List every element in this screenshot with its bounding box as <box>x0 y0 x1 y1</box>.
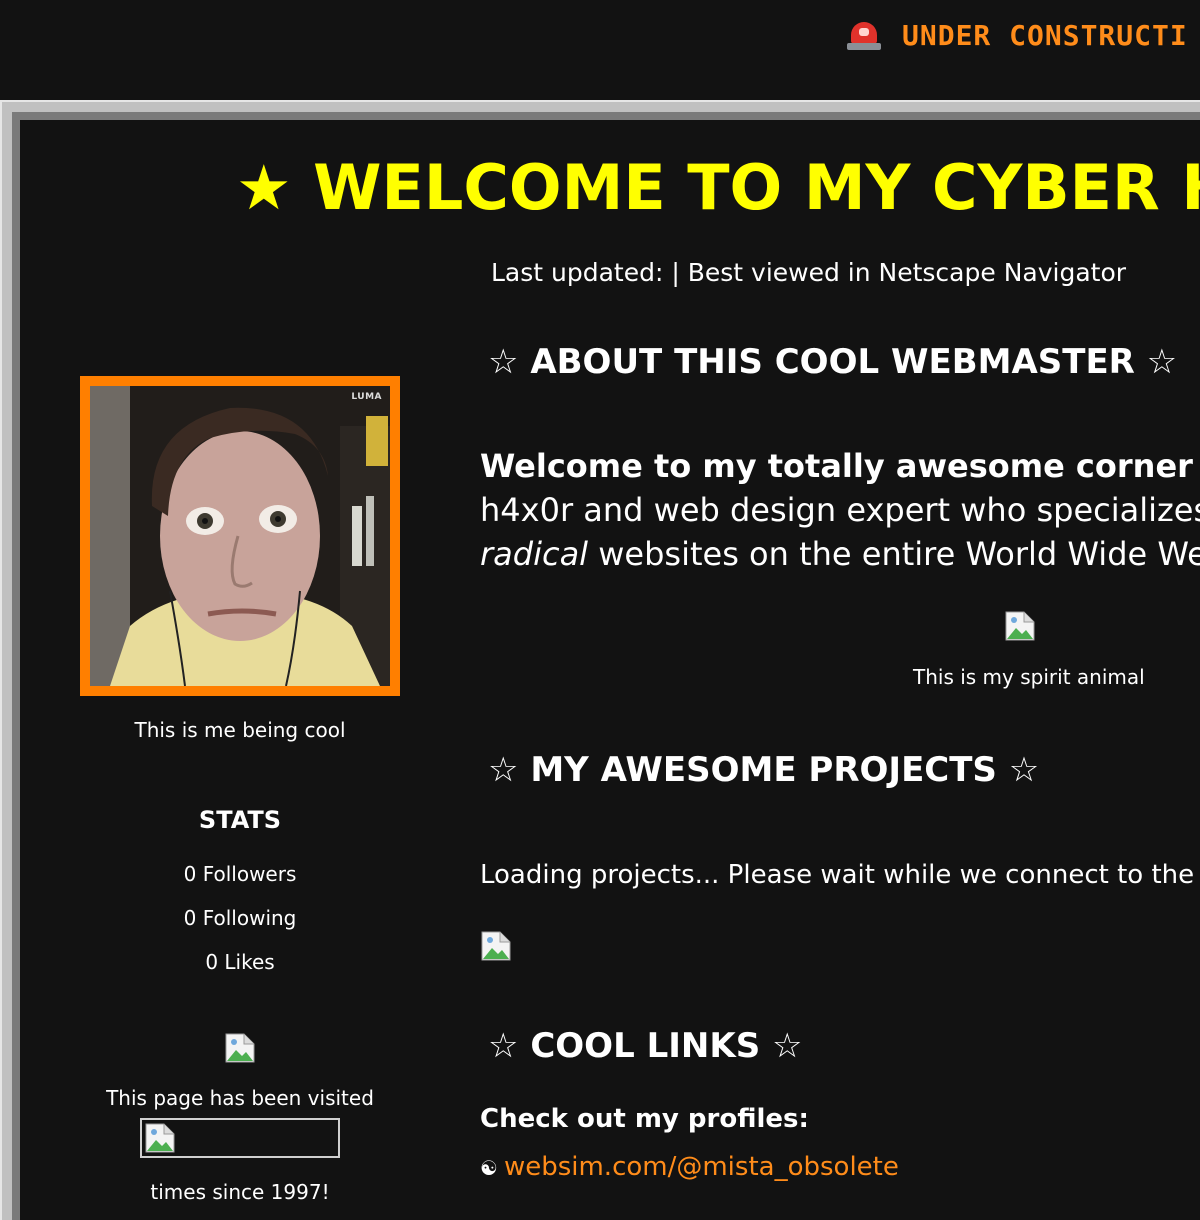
visitor-counter <box>140 1118 340 1158</box>
about-line-2: h4x0r and web design expert who speciali… <box>480 491 1200 529</box>
under-construction-text: UNDER CONSTRUCTI <box>902 18 1188 52</box>
about-text: Welcome to my totally awesome corner of … <box>480 444 1200 576</box>
yin-yang-icon: ☯ <box>480 1156 498 1180</box>
about-italic-word: radical <box>480 535 589 573</box>
followers-count: 0 Followers <box>183 862 297 886</box>
photo-caption: This is me being cool <box>134 718 346 742</box>
profile-photo-frame: LUMA <box>80 376 400 696</box>
broken-image-icon <box>225 1033 255 1063</box>
profile-link-row: ☯ websim.com/@mista_obsolete <box>480 1152 899 1182</box>
loading-broken-image-icon <box>481 931 511 961</box>
spirit-animal-broken-image-icon <box>1005 611 1035 641</box>
projects-heading: ☆ MY AWESOME PROJECTS ☆ <box>488 750 1040 790</box>
last-updated-line: Last updated: | Best viewed in Netscape … <box>491 258 1127 287</box>
main-content: ★ WELCOME TO MY CYBER HOM Last updated: … <box>20 120 1200 1220</box>
websim-profile-link[interactable]: websim.com/@mista_obsolete <box>504 1152 899 1182</box>
profile-photo-image <box>90 386 390 686</box>
spirit-animal-caption: This is my spirit animal <box>913 665 1145 689</box>
siren-icon <box>846 18 882 52</box>
photo-watermark: LUMA <box>351 392 382 402</box>
likes-count: 0 Likes <box>205 950 275 974</box>
links-heading: ☆ COOL LINKS ☆ <box>488 1026 803 1066</box>
top-banner: UNDER CONSTRUCTI <box>0 0 1200 100</box>
broken-image-icon <box>145 1123 175 1153</box>
page-title: ★ WELCOME TO MY CYBER HOM <box>236 151 1200 224</box>
following-count: 0 Following <box>183 906 297 930</box>
about-intro: Welcome to my totally awesome corner of … <box>480 447 1200 485</box>
profile-photo: LUMA <box>90 386 390 686</box>
since-1997-text: times since 1997! <box>150 1180 330 1204</box>
under-construction-marquee: UNDER CONSTRUCTI <box>846 18 1188 52</box>
stats-heading: STATS <box>198 806 282 834</box>
projects-loading-text: Loading projects... Please wait while we… <box>480 860 1200 890</box>
profiles-label: Check out my profiles: <box>480 1104 809 1134</box>
about-heading: ☆ ABOUT THIS COOL WEBMASTER ☆ <box>488 342 1178 382</box>
about-line-3: websites on the entire World Wide Web! <box>588 535 1200 573</box>
visitor-counter-text: This page has been visited <box>106 1086 374 1110</box>
